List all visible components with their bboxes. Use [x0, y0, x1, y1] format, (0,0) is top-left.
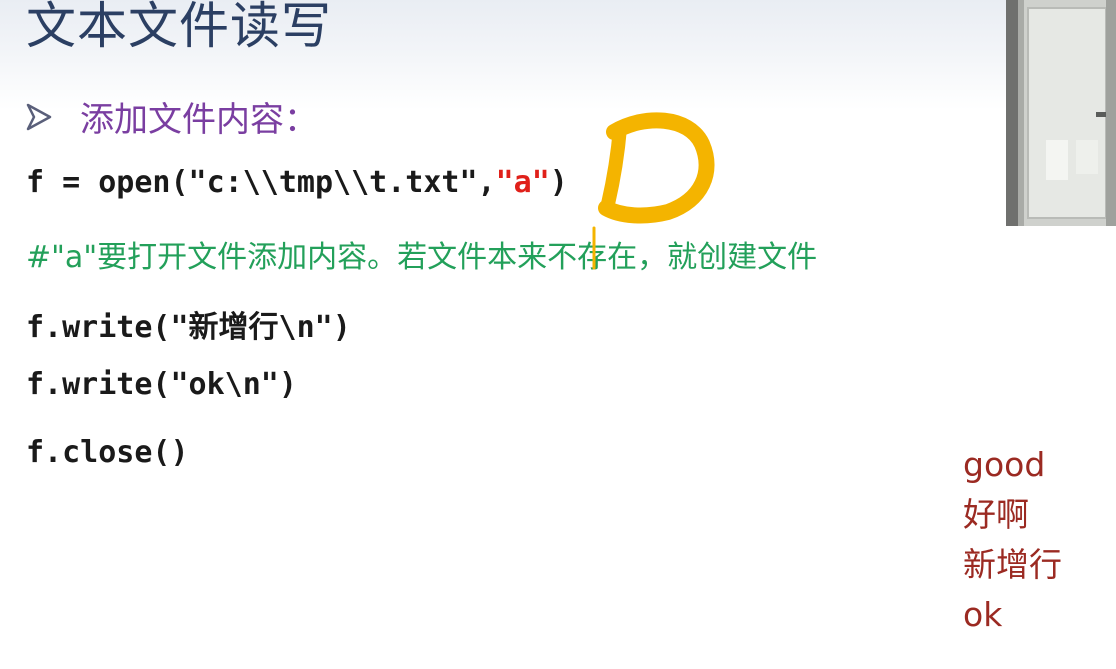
slide-title: 文本文件读写 — [26, 0, 332, 55]
code-line-write-1: f.write("新增行\n") — [26, 310, 351, 345]
code-open-prefix: f = open("c:\\tmp\\t.txt", — [26, 165, 496, 200]
door-image — [1006, 0, 1116, 226]
webcam-overlay — [1006, 0, 1116, 226]
bullet-text: 添加文件内容： — [80, 100, 318, 140]
code-open-suffix: ) — [549, 165, 568, 200]
code-mode-string: "a" — [495, 165, 550, 200]
file-output-line: good — [963, 445, 1046, 484]
code-line-write-2: f.write("ok\n") — [26, 367, 297, 402]
arrow-bullet-icon — [26, 103, 52, 130]
file-output: good 好啊 新增行 ok — [963, 440, 1062, 640]
file-output-line: 新增行 — [963, 545, 1062, 584]
code-line-open: f = open("c:\\tmp\\t.txt","a") — [26, 165, 568, 200]
file-output-line: 好啊 — [963, 495, 1029, 534]
bullet-item: 添加文件内容： — [26, 92, 318, 141]
code-comment: #"a"要打开文件添加内容。若文件本来不存在，就创建文件 — [26, 240, 818, 275]
file-output-line: ok — [963, 595, 1003, 634]
slide: 文本文件读写 添加文件内容： f = open("c:\\tmp\\t.txt"… — [0, 0, 1116, 669]
code-line-close: f.close() — [26, 435, 189, 470]
